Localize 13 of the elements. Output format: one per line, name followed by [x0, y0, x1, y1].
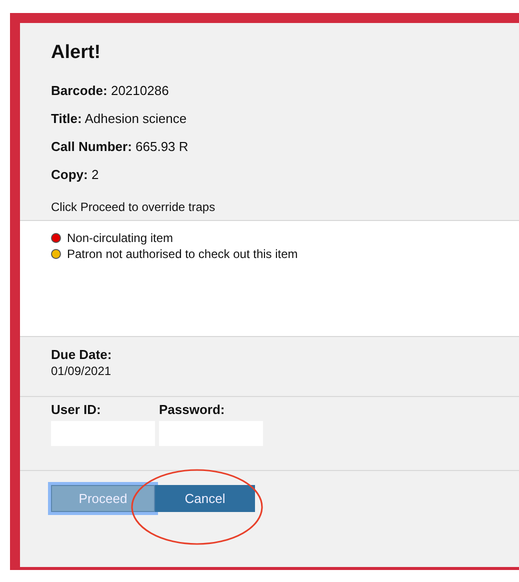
instruction-text: Click Proceed to override traps [51, 200, 216, 214]
detail-text: Title: Adhesion science [51, 111, 188, 126]
due-date-label: Due Date: [51, 347, 113, 362]
dialog-title: Alert! [51, 42, 102, 64]
cancel-button[interactable]: Cancel [155, 485, 255, 512]
detail-text: Call Number: 665.93 R [51, 139, 190, 154]
detail-text: Barcode: 20210286 [51, 83, 170, 98]
field-label: Password: [159, 402, 226, 417]
detail-text: Copy: 2 [51, 167, 100, 182]
trap-text: Patron not authorised to check out this item [67, 247, 298, 261]
trap-text: Non-circulating item [67, 231, 174, 245]
due-date-value: 01/09/2021 [51, 364, 112, 378]
field-label: User ID: [51, 402, 102, 417]
